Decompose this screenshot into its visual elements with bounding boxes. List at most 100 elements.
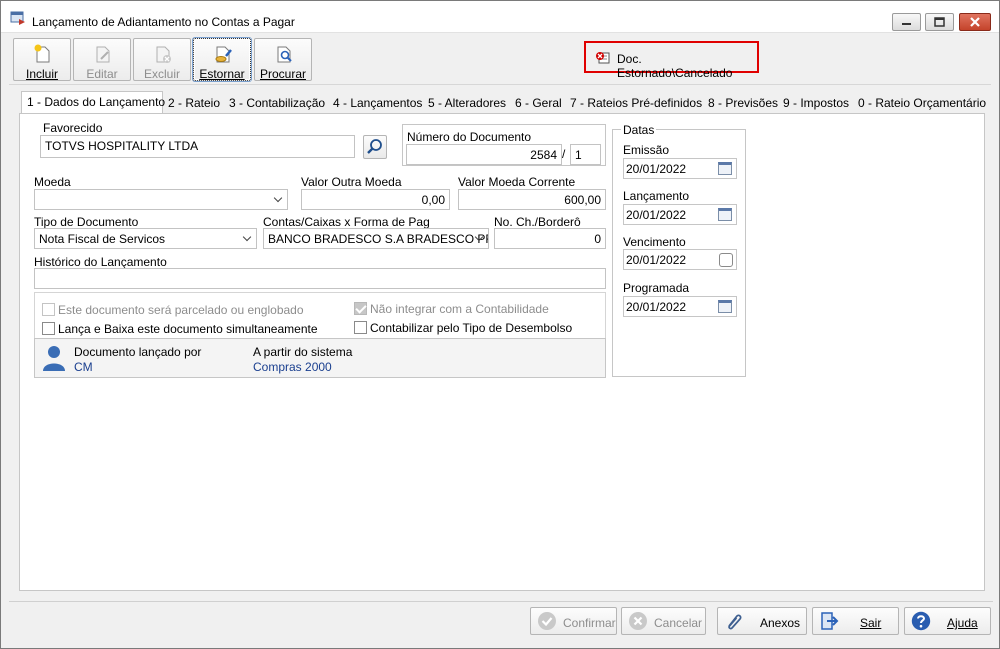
tab-contabilizacao[interactable]: 3 - Contabilização xyxy=(229,93,325,113)
paperclip-icon xyxy=(728,614,742,630)
favorecido-label: Favorecido xyxy=(43,121,103,135)
emissao-date-value: 20/01/2022 xyxy=(626,162,687,176)
lanca-baixa-label: Lança e Baixa este documento simultaneam… xyxy=(58,322,318,336)
valor-outra-moeda-input[interactable]: 0,00 xyxy=(301,189,450,210)
calendar-icon[interactable] xyxy=(718,300,732,313)
moeda-select[interactable] xyxy=(34,189,288,210)
lancamento-date-label: Lançamento xyxy=(623,189,690,203)
tab-rateios-pre-definidos[interactable]: 7 - Rateios Pré-definidos xyxy=(570,93,702,113)
new-document-icon xyxy=(34,44,50,63)
ajuda-label: Ajuda xyxy=(947,616,978,630)
tab-geral[interactable]: 6 - Geral xyxy=(515,93,562,113)
title-bar: Lançamento de Adiantamento no Contas a P… xyxy=(1,1,999,33)
editar-button[interactable]: Editar xyxy=(73,38,131,81)
procurar-button[interactable]: Procurar xyxy=(254,38,312,81)
valor-moeda-corrente-input[interactable]: 600,00 xyxy=(458,189,606,210)
tab-panel-dados-lancamento: Favorecido TOTVS HOSPITALITY LTDA Número… xyxy=(19,113,985,591)
numero-documento-input[interactable]: 2584 xyxy=(406,144,562,165)
document-status-box: Doc. Estornado\Cancelado xyxy=(584,41,759,80)
tab-dados-lancamento[interactable]: 1 - Dados do Lançamento xyxy=(21,91,165,114)
anexos-label: Anexos xyxy=(760,616,801,630)
favorecido-search-button[interactable] xyxy=(363,135,387,159)
app-window-icon xyxy=(10,11,25,25)
programada-date-input[interactable]: 20/01/2022 xyxy=(623,296,737,317)
sair-button[interactable]: Sair xyxy=(812,607,899,635)
sistema-value: Compras 2000 xyxy=(253,360,332,374)
cancel-icon xyxy=(629,612,647,630)
delete-document-icon xyxy=(156,46,171,63)
nao-integrar-checkbox[interactable] xyxy=(354,302,367,315)
incluir-button[interactable]: Incluir xyxy=(13,38,71,81)
emissao-date-input[interactable]: 20/01/2022 xyxy=(623,158,737,179)
lancamento-date-input[interactable]: 20/01/2022 xyxy=(623,204,737,225)
tab-strip: 1 - Dados do Lançamento 2 - Rateio 3 - C… xyxy=(19,91,986,114)
tab-alteradores[interactable]: 5 - Alteradores xyxy=(428,93,506,113)
vencimento-date-value: 20/01/2022 xyxy=(626,253,687,267)
anexos-button[interactable]: Anexos xyxy=(717,607,807,635)
toolbar: Incluir Editar Excluir Estornar Procurar xyxy=(9,35,991,85)
lancado-por-box: Documento lançado por CM A partir do sis… xyxy=(34,338,606,378)
excluir-button[interactable]: Excluir xyxy=(133,38,191,81)
document-status-text: Doc. Estornado\Cancelado xyxy=(617,52,733,80)
estornar-label: Estornar xyxy=(199,67,245,81)
historico-input[interactable] xyxy=(34,268,606,289)
search-icon xyxy=(367,139,382,154)
contabilizar-checkbox[interactable] xyxy=(354,321,367,334)
close-icon xyxy=(970,17,980,27)
tab-previsoes[interactable]: 8 - Previsões xyxy=(708,93,778,113)
exit-icon xyxy=(821,612,839,630)
lanca-baixa-checkbox[interactable] xyxy=(42,322,55,335)
close-window-button[interactable] xyxy=(959,13,991,31)
tipo-documento-label: Tipo de Documento xyxy=(34,215,139,229)
parcela-input[interactable]: 1 xyxy=(570,144,601,165)
lancado-por-label: Documento lançado por xyxy=(74,345,202,359)
estornar-button[interactable]: Estornar xyxy=(193,38,251,81)
reverse-payment-icon xyxy=(215,46,232,63)
editar-label: Editar xyxy=(86,67,118,81)
user-icon xyxy=(43,346,65,371)
sistema-label: A partir do sistema xyxy=(253,345,353,359)
search-document-icon xyxy=(277,46,292,63)
tab-impostos[interactable]: 9 - Impostos xyxy=(783,93,849,113)
lancado-por-value: CM xyxy=(74,360,93,374)
contas-caixas-label: Contas/Caixas x Forma de Pag xyxy=(263,215,430,229)
numero-separator: / xyxy=(562,147,566,161)
window-title: Lançamento de Adiantamento no Contas a P… xyxy=(32,15,295,29)
edit-document-icon xyxy=(96,46,110,63)
tipo-documento-select[interactable]: Nota Fiscal de Servicos xyxy=(34,228,257,249)
restore-button[interactable] xyxy=(925,13,954,31)
lancamento-date-value: 20/01/2022 xyxy=(626,208,687,222)
vencimento-date-input[interactable]: 20/01/2022 xyxy=(623,249,737,270)
confirmar-button[interactable]: Confirmar xyxy=(530,607,617,635)
no-ch-bordero-input[interactable]: 0 xyxy=(494,228,606,249)
restore-icon xyxy=(934,17,945,27)
help-icon xyxy=(911,611,931,631)
emissao-label: Emissão xyxy=(623,143,670,157)
minimize-icon xyxy=(902,23,911,25)
main-window: Lançamento de Adiantamento no Contas a P… xyxy=(0,0,1000,649)
calendar-icon[interactable] xyxy=(718,162,732,175)
ajuda-button[interactable]: Ajuda xyxy=(904,607,991,635)
tab-rateio[interactable]: 2 - Rateio xyxy=(168,93,220,113)
procurar-label: Procurar xyxy=(259,67,306,81)
tab-rateio-orcamentario[interactable]: 0 - Rateio Orçamentário xyxy=(858,93,986,113)
programada-label: Programada xyxy=(623,281,690,295)
moeda-label: Moeda xyxy=(34,175,71,189)
vencimento-checkbox[interactable] xyxy=(719,253,733,267)
vencimento-label: Vencimento xyxy=(623,235,686,249)
cancelar-button[interactable]: Cancelar xyxy=(621,607,706,635)
contabilizar-label: Contabilizar pelo Tipo de Desembolso xyxy=(370,321,573,335)
no-ch-bordero-label: No. Ch./Borderô xyxy=(494,215,581,229)
programada-date-value: 20/01/2022 xyxy=(626,300,687,314)
confirmar-label: Confirmar xyxy=(563,616,616,630)
parcelado-checkbox[interactable] xyxy=(42,303,55,316)
valor-moeda-corrente-label: Valor Moeda Corrente xyxy=(458,175,576,189)
cancelar-label: Cancelar xyxy=(654,616,703,630)
tab-lancamentos[interactable]: 4 - Lançamentos xyxy=(333,93,422,113)
bottom-separator xyxy=(9,601,993,602)
favorecido-input[interactable]: TOTVS HOSPITALITY LTDA xyxy=(40,135,355,158)
minimize-button[interactable] xyxy=(892,13,921,31)
calendar-icon[interactable] xyxy=(718,208,732,221)
numero-documento-label: Número do Documento xyxy=(407,130,532,144)
contas-caixas-select[interactable]: BANCO BRADESCO S.A BRADESCO PRIM xyxy=(263,228,489,249)
